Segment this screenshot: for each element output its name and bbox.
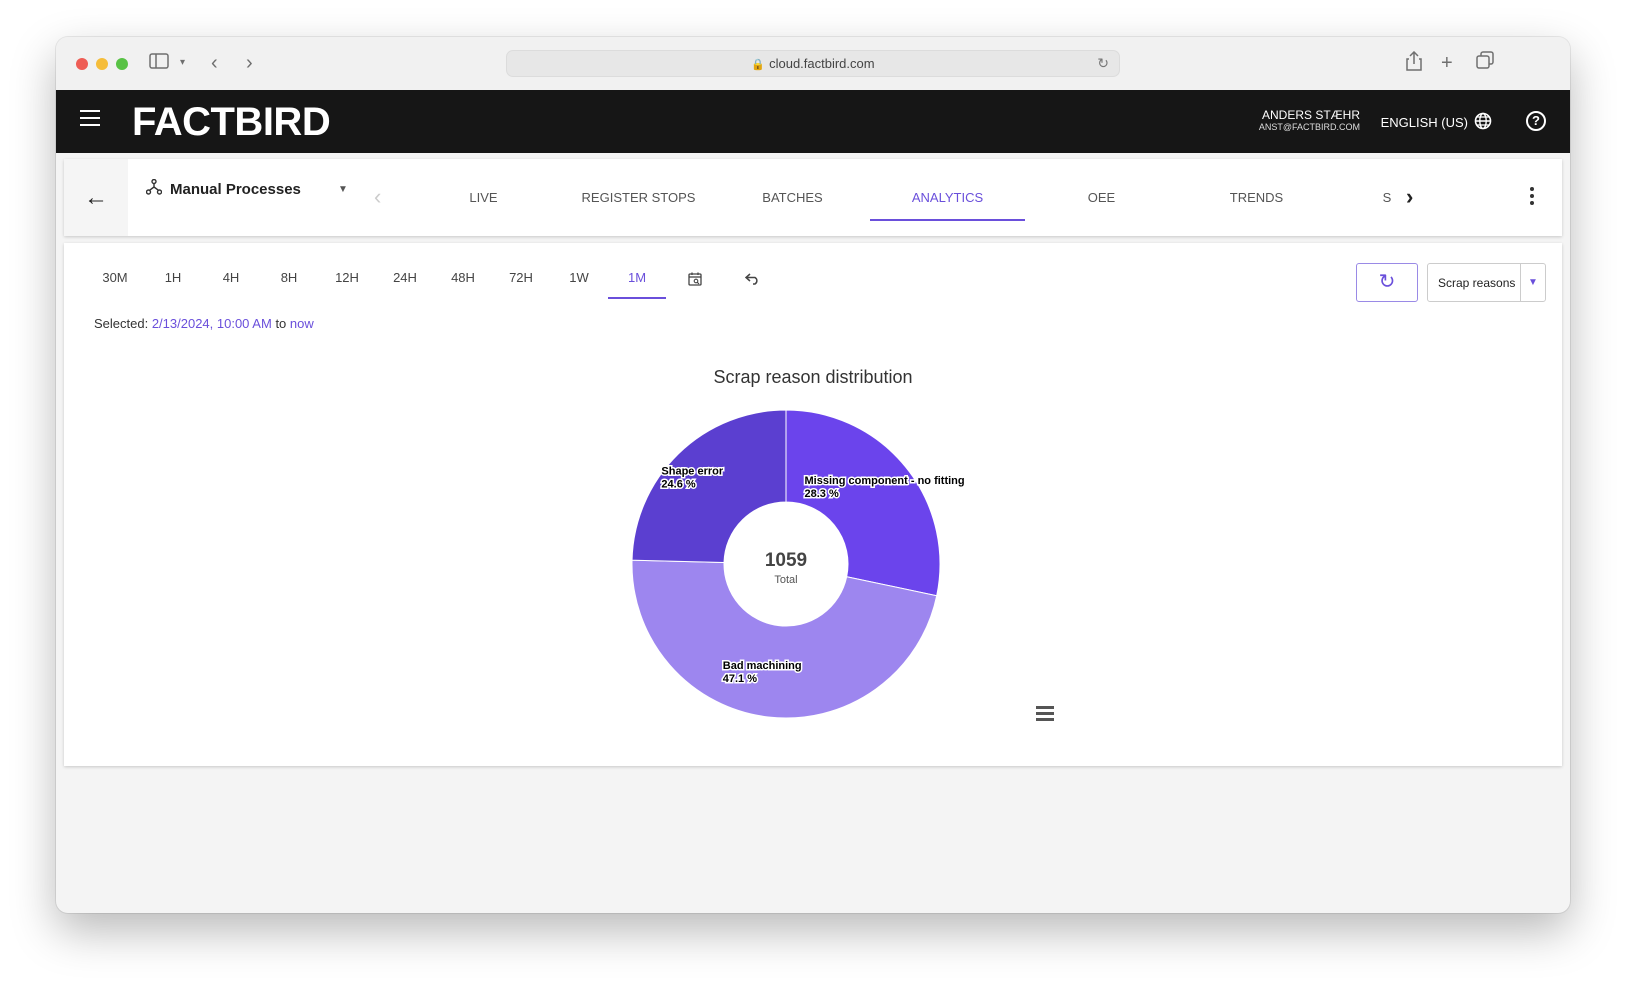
process-selector[interactable]: Manual Processes ▼ [145, 178, 348, 199]
tab-analytics[interactable]: ANALYTICS [870, 159, 1025, 221]
browser-titlebar: ▾ ‹ › 🔒 cloud.factbird.com ↻ + [56, 37, 1570, 90]
pie-slice-missing-component[interactable] [785, 409, 941, 597]
zoom-window-button[interactable] [116, 58, 128, 70]
user-name: ANDERS STÆHR [1261, 108, 1360, 122]
chevron-down-icon[interactable]: ▾ [180, 51, 185, 75]
language-label: ENGLISH (US) [1380, 115, 1468, 130]
tab-truncated[interactable]: S [1380, 159, 1394, 236]
hierarchy-icon [145, 178, 163, 199]
globe-icon [1474, 112, 1492, 133]
chart-center-label: Total [774, 574, 797, 586]
process-name: Manual Processes [170, 180, 301, 198]
new-tab-icon[interactable]: + [1441, 51, 1453, 75]
factbird-logo[interactable]: FACTBIRD [132, 100, 331, 144]
tab-trends[interactable]: TRENDS [1179, 159, 1334, 236]
chart-center-value: 1059 [765, 550, 807, 571]
share-icon[interactable] [1406, 50, 1422, 77]
browser-window: ▾ ‹ › 🔒 cloud.factbird.com ↻ + FACTBIRD A… [56, 37, 1570, 913]
back-nav-icon[interactable]: ‹ [211, 51, 218, 75]
sidebar-toggle-icon[interactable] [149, 51, 169, 75]
navigation-card: ← Manual Processes ▼ ‹ LIVE REGISTER STO… [64, 159, 1562, 236]
lock-icon: 🔒 [751, 59, 766, 71]
reload-icon[interactable]: ↻ [1097, 51, 1109, 76]
language-selector[interactable]: ENGLISH (US) [1381, 112, 1492, 133]
analytics-card: 30M 1H 4H 8H 12H 24H 48H 72H 1W 1M Selec… [64, 243, 1562, 766]
back-arrow-button[interactable]: ← [64, 159, 128, 236]
forward-nav-icon[interactable]: › [246, 51, 253, 75]
menu-icon[interactable] [80, 110, 100, 126]
pie-chart: Missing component - no fitting 28.3 %Bad … [631, 409, 966, 719]
help-icon[interactable]: ? [1526, 111, 1546, 131]
url-text: cloud.factbird.com [769, 56, 875, 71]
tabs-scroll-left-icon[interactable]: ‹ [374, 183, 381, 211]
address-bar[interactable]: 🔒 cloud.factbird.com ↻ [506, 50, 1120, 77]
tab-oee[interactable]: OEE [1024, 159, 1179, 236]
chart-menu-icon[interactable] [1036, 706, 1054, 724]
user-email: ANST@FACTBIRD.COM [1258, 122, 1360, 132]
more-options-icon[interactable] [1530, 187, 1534, 208]
tab-overview-icon[interactable] [1476, 51, 1494, 75]
tab-register-stops[interactable]: REGISTER STOPS [561, 159, 716, 236]
pie-slice-shape-error[interactable] [631, 409, 787, 563]
minimize-window-button[interactable] [96, 58, 108, 70]
tab-batches[interactable]: BATCHES [715, 159, 870, 236]
tab-live[interactable]: LIVE [406, 159, 561, 236]
app-header: FACTBIRD ANDERS STÆHR ANST@FACTBIRD.COM … [56, 90, 1570, 153]
tabs-scroll-right-icon[interactable]: › [1406, 183, 1413, 211]
close-window-button[interactable] [76, 58, 88, 70]
caret-down-icon: ▼ [338, 183, 348, 195]
user-info[interactable]: ANDERS STÆHR ANST@FACTBIRD.COM [1259, 109, 1360, 133]
